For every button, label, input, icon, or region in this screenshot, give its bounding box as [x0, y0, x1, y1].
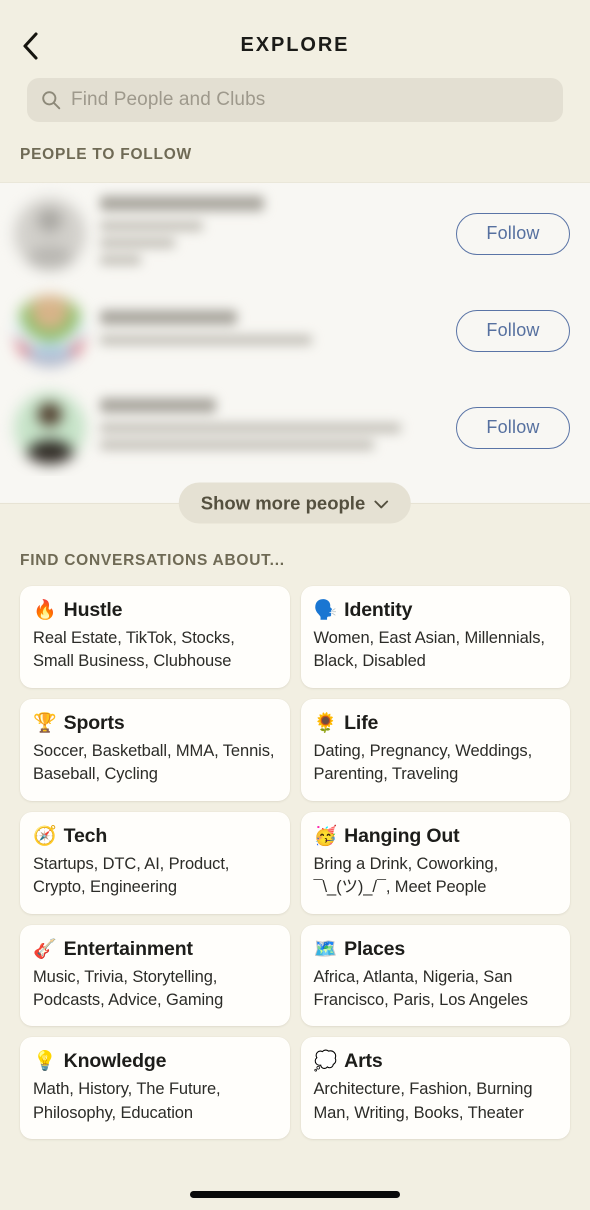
light-bulb-emoji: 💡 — [33, 1051, 57, 1073]
search-bar[interactable] — [27, 78, 563, 122]
topic-card-tags: Dating, Pregnancy, Weddings, Parenting, … — [313, 741, 533, 784]
speaking-head-emoji: 🗣️ — [313, 600, 338, 621]
avatar — [14, 391, 86, 464]
fire-emoji: 🔥 — [33, 600, 57, 621]
topic-card-tags: Bring a Drink, Coworking, ¯\_(ツ)_/¯, Mee… — [313, 854, 499, 897]
topic-card-header: 💭 Arts — [314, 1050, 556, 1073]
trophy-emoji: 🏆 — [33, 712, 57, 734]
chevron-down-icon — [374, 492, 389, 514]
topic-card[interactable]: 🧭 Tech Startups, DTC, AI, Product, Crypto,… — [20, 811, 290, 914]
topic-card[interactable]: 💭 Arts Architecture, Fashion, Burning Man,… — [300, 1037, 570, 1140]
people-to-follow-list: Follow Follow Follow — [0, 182, 590, 476]
topic-card-tags: Africa, Atlanta, Nigeria, San Francisco,… — [313, 967, 529, 1009]
show-more-band: Show more people — [0, 476, 590, 530]
search-section — [0, 78, 590, 146]
topic-card-title: Life — [344, 711, 379, 734]
topic-card-header: 💡 Knowledge — [33, 1050, 275, 1073]
world-map-emoji: 🗺️ — [313, 938, 338, 960]
partying-face-emoji: 🥳 — [313, 825, 338, 847]
topic-card-title: Entertainment — [63, 937, 193, 960]
page-title: EXPLORE — [240, 34, 350, 56]
person-bio-line — [100, 237, 176, 248]
topic-card-title: Hustle — [63, 599, 123, 621]
topic-card-tags: Math, History, The Future, Philosophy, E… — [33, 1080, 221, 1122]
person-row[interactable]: Follow — [0, 379, 590, 476]
topic-card-header: 🔥 Hustle — [33, 599, 275, 622]
follow-button[interactable]: Follow — [456, 406, 570, 449]
people-to-follow-label: PEOPLE TO FOLLOW — [20, 146, 192, 163]
topic-card-header: 🧭 Tech — [33, 825, 275, 848]
topic-card-tags: Real Estate, TikTok, Stocks, Small Busin… — [33, 629, 235, 671]
conversations-section: FIND CONVERSATIONS ABOUT... 🔥 Hustle Real … — [0, 530, 590, 1140]
person-info — [100, 195, 456, 272]
topic-card-title: Sports — [63, 711, 125, 734]
topic-card-tags: Soccer, Basketball, MMA, Tennis, Basebal… — [33, 741, 275, 784]
topic-card-title: Arts — [344, 1050, 383, 1073]
person-row[interactable]: Follow — [0, 282, 590, 379]
topic-card-tags: Women, East Asian, Millennials, Black, D… — [313, 629, 545, 671]
person-bio-line — [100, 220, 203, 231]
topic-card[interactable]: 🗣️ Identity Women, East Asian, Millennials… — [300, 586, 570, 688]
topic-card-header: 🌻 Life — [314, 712, 556, 735]
person-name — [100, 398, 217, 413]
person-info — [100, 309, 456, 352]
app-header: EXPLORE — [0, 0, 590, 78]
person-info — [100, 398, 456, 457]
topic-card-header: 🥳 Hanging Out — [314, 825, 556, 848]
person-bio-line — [100, 440, 374, 450]
avatar — [14, 294, 86, 367]
topic-card-title: Places — [344, 937, 406, 960]
thought-balloon-emoji: 💭 — [313, 1051, 338, 1073]
person-row[interactable]: Follow — [0, 185, 590, 282]
show-more-people-label: Show more people — [200, 492, 366, 513]
search-input[interactable] — [71, 89, 549, 111]
topic-card[interactable]: 🌻 Life Dating, Pregnancy, Weddings, Parent… — [300, 698, 570, 801]
topic-card-header: 🗺️ Places — [314, 938, 556, 961]
topic-card[interactable]: 🎸 Entertainment Music, Trivia, Storytellin… — [20, 924, 290, 1027]
topic-card-title: Identity — [344, 599, 413, 621]
sunflower-emoji: 🌻 — [313, 712, 338, 734]
topic-card-title: Tech — [63, 824, 108, 847]
avatar — [14, 197, 86, 270]
topic-card-tags: Architecture, Fashion, Burning Man, Writ… — [313, 1080, 533, 1122]
topic-card[interactable]: 🗺️ Places Africa, Atlanta, Nigeria, San Fr… — [300, 924, 570, 1027]
home-indicator — [190, 1191, 400, 1198]
person-name — [100, 309, 237, 325]
topic-card-header: 🎸 Entertainment — [33, 938, 275, 961]
topic-card[interactable]: 💡 Knowledge Math, History, The Future, Phi… — [20, 1037, 290, 1140]
topic-card[interactable]: 🥳 Hanging Out Bring a Drink, Coworking, ¯\… — [300, 811, 570, 914]
person-bio-line — [100, 334, 313, 345]
person-name — [100, 195, 265, 211]
topic-card[interactable]: 🔥 Hustle Real Estate, TikTok, Stocks, Smal… — [20, 586, 290, 688]
topic-card-tags: Music, Trivia, Storytelling, Podcasts, A… — [33, 967, 224, 1009]
topic-card-grid: 🔥 Hustle Real Estate, TikTok, Stocks, Smal… — [0, 586, 590, 1140]
topic-card-title: Hanging Out — [344, 824, 460, 847]
follow-button[interactable]: Follow — [456, 212, 570, 255]
search-icon — [41, 90, 61, 110]
follow-button[interactable]: Follow — [456, 309, 570, 352]
topic-card-header: 🏆 Sports — [33, 712, 275, 735]
compass-emoji: 🧭 — [33, 825, 57, 847]
topic-card[interactable]: 🏆 Sports Soccer, Basketball, MMA, Tennis, … — [20, 698, 290, 801]
topic-card-title: Knowledge — [63, 1050, 167, 1073]
show-more-people-button[interactable]: Show more people — [178, 482, 412, 524]
topic-card-header: 🗣️ Identity — [314, 599, 556, 622]
find-conversations-label: FIND CONVERSATIONS ABOUT... — [20, 552, 285, 569]
guitar-emoji: 🎸 — [33, 938, 57, 960]
person-bio-line — [100, 254, 142, 265]
topic-card-tags: Startups, DTC, AI, Product, Crypto, Engi… — [33, 854, 230, 897]
person-bio-line — [100, 423, 401, 433]
